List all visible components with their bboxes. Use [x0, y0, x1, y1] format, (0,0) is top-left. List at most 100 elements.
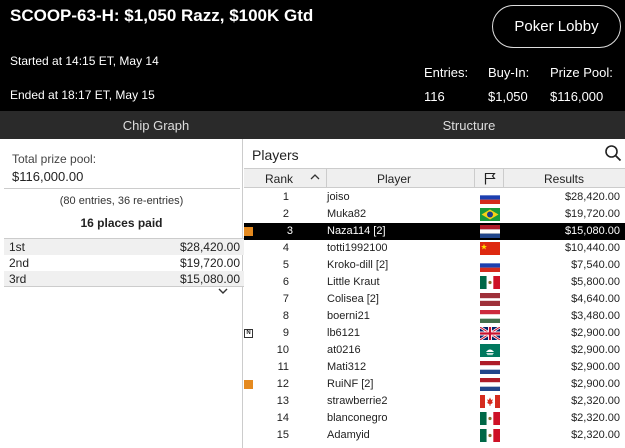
player-result: $7,540.00 — [571, 259, 620, 271]
player-result: $15,080.00 — [564, 225, 620, 237]
country-flag-icon — [480, 395, 500, 408]
player-name: blanconegro — [327, 412, 388, 424]
end-time: Ended at 18:17 ET, May 15 — [10, 88, 155, 102]
country-flag-icon — [480, 378, 500, 391]
player-rank: 3 — [286, 225, 293, 237]
player-name: Muka82 — [327, 208, 367, 220]
country-flag-icon — [480, 344, 500, 357]
total-prize-pool-label: Total prize pool: — [12, 152, 97, 166]
players-list: 1 joiso $28,420.00 2 Muka82 $19,720.00 3 Naza11… — [244, 189, 625, 444]
entries-note: (80 entries, 36 re-entries) — [59, 195, 184, 207]
chevron-down-icon[interactable] — [218, 287, 228, 298]
prizepool-value: $116,000 — [550, 89, 604, 104]
table-row[interactable]: 6 Little Kraut $5,800.00 — [244, 274, 625, 291]
player-result: $2,900.00 — [571, 344, 620, 356]
flag-icon — [484, 172, 496, 188]
player-name: boerni21 — [327, 310, 370, 322]
poker-lobby-button[interactable]: Poker Lobby — [492, 5, 621, 48]
player-name: Naza114 [2] — [327, 225, 386, 237]
players-table-header: Rank Player Results — [244, 168, 625, 188]
divider — [4, 286, 244, 287]
prize-row: 2nd $19,720.00 — [4, 255, 244, 271]
country-flag-icon — [480, 259, 500, 272]
buyin-label: Buy-In: — [488, 65, 530, 80]
table-row[interactable]: 2 Muka82 $19,720.00 — [244, 206, 625, 223]
player-rank: 6 — [282, 276, 289, 288]
player-result: $28,420.00 — [564, 191, 620, 203]
table-row[interactable]: 5 Kroko-dill [2] $7,540.00 — [244, 257, 625, 274]
player-rank: 13 — [276, 395, 289, 407]
table-row[interactable]: N 9 lb6121 $2,900.00 — [244, 325, 625, 342]
player-rank: 14 — [276, 412, 289, 424]
table-row[interactable]: 11 Mati312 $2,900.00 — [244, 359, 625, 376]
prize-amount: $28,420.00 — [179, 240, 240, 254]
player-name: Kroko-dill [2] — [327, 259, 389, 271]
buyin-stat: Buy-In: $1,050 — [488, 65, 529, 104]
players-panel: Players Rank Player Results 1 joiso $28,42… — [244, 139, 625, 448]
table-row[interactable]: 4 totti1992100 $10,440.00 — [244, 240, 625, 257]
sort-up-icon[interactable] — [310, 171, 320, 185]
prizepool-label: Prize Pool: — [550, 65, 613, 80]
divider — [4, 188, 240, 189]
player-name: Mati312 — [327, 361, 367, 373]
tab-structure[interactable]: Structure — [313, 111, 625, 139]
player-result: $2,900.00 — [571, 327, 620, 339]
player-rank: 12 — [276, 378, 289, 390]
player-result: $5,800.00 — [571, 276, 620, 288]
buyin-value: $1,050 — [488, 89, 528, 104]
prize-pool-panel: Total prize pool: $116,000.00 (80 entrie… — [0, 139, 244, 448]
prize-place: 1st — [9, 240, 26, 254]
player-name: lb6121 — [327, 327, 361, 339]
player-name: strawberrie2 — [327, 395, 388, 407]
table-row[interactable]: 7 Colisea [2] $4,640.00 — [244, 291, 625, 308]
table-row[interactable]: 3 Naza114 [2] $15,080.00 — [244, 223, 625, 240]
country-flag-icon — [480, 191, 500, 204]
player-name: totti1992100 — [327, 242, 388, 254]
player-result: $19,720.00 — [564, 208, 620, 220]
player-rank: 1 — [282, 191, 289, 203]
col-rank[interactable]: Rank — [265, 172, 293, 186]
tournament-header: SCOOP-63-H: $1,050 Razz, $100K Gtd Poker… — [0, 0, 625, 111]
prize-row: 1st $28,420.00 — [4, 239, 244, 255]
table-row[interactable]: 12 RuiNF [2] $2,900.00 — [244, 376, 625, 393]
player-rank: 7 — [282, 293, 289, 305]
table-row[interactable]: 10 at0216 $2,900.00 — [244, 342, 625, 359]
player-name: joiso — [327, 191, 350, 203]
country-flag-icon — [480, 208, 500, 221]
country-flag-icon — [480, 225, 500, 238]
player-rank: 11 — [277, 361, 289, 373]
table-row[interactable]: 1 joiso $28,420.00 — [244, 189, 625, 206]
player-result: $2,900.00 — [571, 378, 620, 390]
prize-list: 1st $28,420.00 2nd $19,720.00 3rd $15,08… — [4, 238, 244, 287]
player-rank: 9 — [282, 327, 289, 339]
total-prize-pool-value: $116,000.00 — [12, 169, 84, 184]
player-result: $2,900.00 — [571, 361, 620, 373]
table-row[interactable]: 13 strawberrie2 $2,320.00 — [244, 393, 625, 410]
table-row[interactable]: 8 boerni21 $3,480.00 — [244, 308, 625, 325]
player-name: at0216 — [327, 344, 361, 356]
player-name: Adamyid — [327, 429, 370, 441]
entries-label: Entries: — [424, 65, 469, 80]
table-row[interactable]: 15 Adamyid $2,320.00 — [244, 427, 625, 444]
entries-value: 116 — [424, 89, 445, 104]
country-flag-icon — [480, 412, 500, 425]
search-icon[interactable] — [604, 144, 622, 162]
table-row[interactable]: 14 blanconegro $2,320.00 — [244, 410, 625, 427]
highlight-marker-icon — [244, 380, 253, 389]
player-result: $2,320.00 — [571, 429, 620, 441]
divider — [326, 169, 327, 188]
player-rank: 10 — [276, 344, 289, 356]
col-player[interactable]: Player — [377, 172, 411, 186]
col-results[interactable]: Results — [544, 172, 584, 186]
col-flag[interactable] — [474, 169, 504, 188]
prize-amount: $19,720.00 — [179, 256, 240, 270]
prizepool-stat: Prize Pool: $116,000 — [550, 65, 613, 104]
country-flag-icon — [480, 429, 500, 442]
notes-icon: N — [244, 329, 253, 338]
country-flag-icon — [480, 293, 500, 306]
places-paid: 16 places paid — [80, 216, 163, 230]
tab-chip-graph[interactable]: Chip Graph — [0, 111, 312, 139]
country-flag-icon — [480, 242, 500, 255]
player-result: $10,440.00 — [564, 242, 620, 254]
country-flag-icon — [480, 361, 500, 374]
